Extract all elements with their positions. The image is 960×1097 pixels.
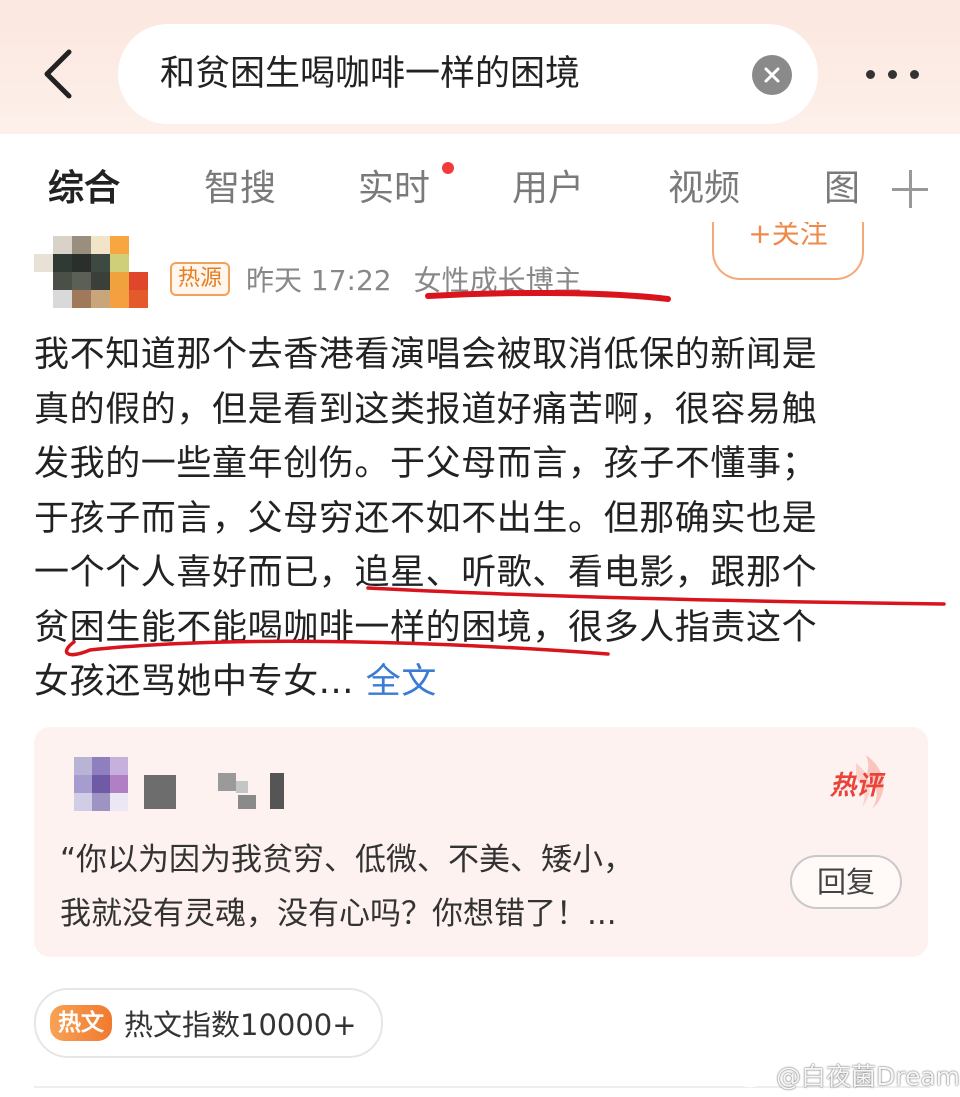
tab-videos[interactable]: 视频 <box>668 164 740 214</box>
tab-comprehensive[interactable]: 综合 <box>48 164 120 214</box>
hot-index-text: 热文指数10000+ <box>124 1008 357 1042</box>
post-line: 我不知道那个去香港看演唱会被取消低保的新闻是 <box>34 335 818 375</box>
hot-source-badge: 热源 <box>170 262 231 296</box>
search-input[interactable]: 和贫困生喝咖啡一样的困境 <box>118 24 818 124</box>
full-text-link[interactable]: 全文 <box>366 662 437 702</box>
more-dot-icon <box>909 69 919 79</box>
hot-index-chip[interactable]: 热文 热文指数10000+ <box>34 988 383 1058</box>
post-truncated-text: 女孩还骂她中专女... <box>34 662 354 702</box>
more-dot-icon <box>887 69 897 79</box>
weibo-logo-icon <box>736 1063 769 1088</box>
post-meta: 热源 昨天 17:22 女性成长博主 <box>170 256 582 302</box>
search-query-text: 和贫困生喝咖啡一样的困境 <box>160 54 581 94</box>
more-options-button[interactable] <box>852 52 932 96</box>
author-tag[interactable]: 女性成长博主 <box>414 259 582 299</box>
search-header: 和贫困生喝咖啡一样的困境 <box>0 0 960 134</box>
hot-comment-card[interactable]: 热评 “你以为因为我贫穷、低微、不美、矮小， 我就没有灵魂，没有心吗？你想错了！… <box>34 727 928 957</box>
commenter-name-blurred[interactable] <box>144 773 294 809</box>
post-line: 于孩子而言，父母穷还不如不出生。但那确实也是 <box>34 498 818 539</box>
avatar[interactable] <box>34 236 148 308</box>
commenter-avatar[interactable] <box>74 757 128 811</box>
close-icon <box>764 67 780 83</box>
tab-realtime[interactable]: 实时 <box>358 164 430 214</box>
hot-article-badge: 热文 <box>50 1005 112 1041</box>
comment-text: “你以为因为我贫穷、低微、不美、矮小， 我就没有灵魂，没有心吗？你想错了！... <box>60 833 760 941</box>
reply-button[interactable]: 回复 <box>790 855 902 909</box>
follow-button[interactable]: +关注 <box>712 222 864 280</box>
back-arrow-icon <box>44 49 72 99</box>
tab-images[interactable]: 图 <box>824 164 860 214</box>
add-tab-plus-icon[interactable] <box>892 170 932 210</box>
hot-comment-badge: 热评 <box>826 749 892 815</box>
comment-line: “你以为因为我贫穷、低微、不美、矮小， <box>60 842 635 878</box>
realtime-notification-dot <box>442 162 454 174</box>
post-line: 真的假的，但是看到这类报道好痛苦啊，很容易触 <box>34 389 818 430</box>
watermark: @白夜菌Dream <box>736 1058 960 1092</box>
comment-line: 我就没有灵魂，没有心吗？你想错了！... <box>60 896 617 932</box>
tab-users[interactable]: 用户 <box>512 164 584 214</box>
post-line: 一个个人喜好而已，追星、听歌、看电影，跟那个 <box>34 553 818 593</box>
post-text: 我不知道那个去香港看演唱会被取消低保的新闻是 真的假的，但是看到这类报道好痛苦啊… <box>34 328 924 710</box>
post-line-last: 女孩还骂她中专女... 全文 <box>34 655 924 710</box>
watermark-text: @白夜菌Dream <box>776 1062 960 1091</box>
follow-button-label: +关注 <box>748 222 828 250</box>
post-timestamp: 昨天 17:22 <box>246 264 392 297</box>
clear-search-button[interactable] <box>752 55 792 95</box>
hot-comment-label: 热评 <box>830 771 883 801</box>
post-line: 发我的一些童年创伤。于父母而言，孩子不懂事； <box>34 444 818 484</box>
tab-smart-search[interactable]: 智搜 <box>204 164 276 214</box>
back-button[interactable] <box>30 44 86 104</box>
post-line: 贫困生能不能喝咖啡一样的困境，很多人指责这个 <box>34 607 818 648</box>
more-dot-icon <box>865 69 875 79</box>
